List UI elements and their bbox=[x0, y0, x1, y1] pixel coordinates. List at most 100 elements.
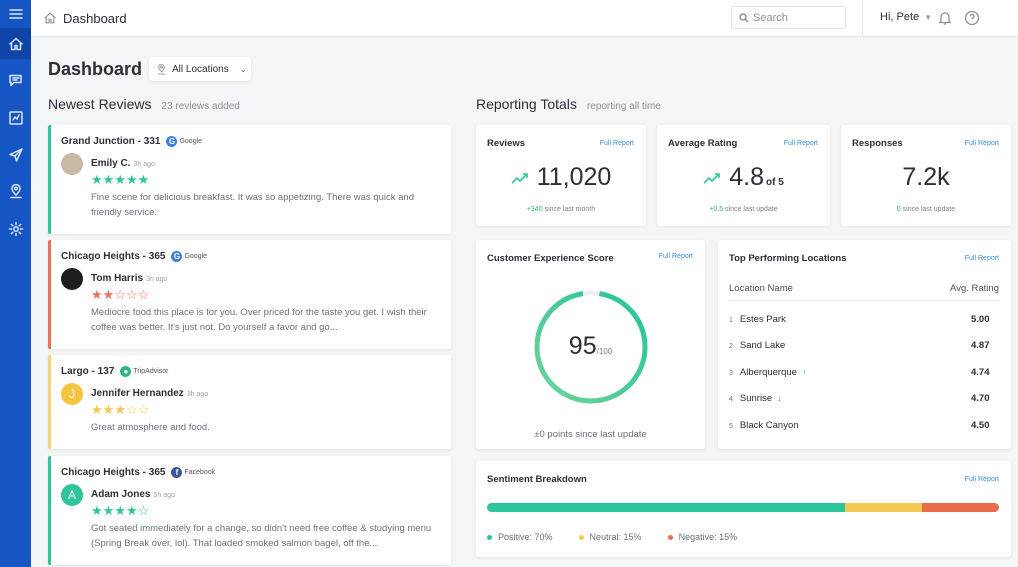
review-header: Grand Junction - 331 G Google bbox=[61, 136, 451, 147]
star-empty-icon: ☆ bbox=[114, 287, 126, 302]
review-body: A Adam Jones 5h ago ★★★★☆ Got seated immedia… bbox=[61, 484, 451, 551]
review-source: ● TripAdvisor bbox=[120, 366, 169, 377]
col-avg-rating[interactable]: Avg. Rating bbox=[950, 283, 999, 294]
source-name: TripAdvisor bbox=[133, 368, 169, 375]
full-report-link[interactable]: Full Report bbox=[965, 476, 999, 483]
review-text: Mediocre food this place is for you. Ove… bbox=[91, 307, 427, 333]
location-name: Sunrise bbox=[739, 393, 773, 405]
table-row[interactable]: 4 Sunrise ↓ 4.70 bbox=[729, 386, 999, 413]
location-icon bbox=[9, 183, 22, 198]
review-time: 5h ago bbox=[153, 492, 175, 499]
review-location: Largo - 137 bbox=[61, 366, 115, 377]
review-source: G Google bbox=[166, 136, 202, 147]
table-row[interactable]: 1 Estes Park 5.00 bbox=[729, 306, 999, 333]
sidebar-item-home[interactable] bbox=[0, 28, 31, 59]
star-filled-icon: ★ bbox=[125, 503, 138, 518]
legend-item: Positive: 70% bbox=[487, 532, 553, 542]
search-icon bbox=[739, 12, 749, 23]
chevron-down-icon: ⌄ bbox=[239, 64, 247, 74]
sentiment-card: Sentiment Breakdown Full Report Positive… bbox=[476, 461, 1011, 557]
rating-suffix: of 5 bbox=[765, 177, 784, 188]
review-card[interactable]: Chicago Heights - 365 f Facebook A Adam Jone… bbox=[48, 456, 451, 565]
cx-score-card: Customer Experience Score Full Report 95… bbox=[476, 240, 705, 449]
user-greeting: Hi, Pete bbox=[880, 11, 920, 23]
star-rating: ★★★★★ bbox=[91, 173, 446, 187]
help-button[interactable] bbox=[964, 10, 980, 26]
full-report-link[interactable]: Full Report bbox=[600, 140, 634, 147]
user-menu[interactable]: Hi, Pete ▼ bbox=[880, 11, 932, 23]
card-title: Top Performing Locations bbox=[729, 253, 847, 264]
rank: 2 bbox=[729, 343, 733, 351]
arrow-down-icon: ↓ bbox=[777, 393, 782, 404]
review-text: Fine scene for delicious breakfast. It w… bbox=[91, 192, 414, 218]
reviewer-name: Emily C. bbox=[91, 158, 131, 169]
search-box[interactable] bbox=[731, 6, 846, 29]
reviewer-name: Adam Jones bbox=[91, 489, 151, 500]
section-title: Newest Reviews bbox=[48, 96, 152, 112]
location-cell: 1 Estes Park bbox=[729, 314, 786, 325]
sentiment-segment bbox=[922, 503, 999, 512]
table-row[interactable]: 3 Alberquerque ↑ 4.74 bbox=[729, 359, 999, 386]
sidebar-item-settings[interactable] bbox=[0, 213, 31, 244]
legend-item: Negative: 15% bbox=[667, 532, 737, 542]
stat-value: 11,020 bbox=[476, 163, 646, 192]
review-header: Chicago Heights - 365 f Facebook bbox=[61, 467, 451, 478]
search-input[interactable] bbox=[753, 11, 833, 24]
review-card[interactable]: Chicago Heights - 365 G Google Tom Harris 3h… bbox=[48, 240, 451, 349]
full-report-link[interactable]: Full Report bbox=[965, 255, 999, 262]
table-row[interactable]: 2 Sand Lake 4.87 bbox=[729, 333, 999, 360]
delta-value: 0 bbox=[896, 206, 901, 213]
reviews-icon bbox=[8, 74, 22, 86]
location-name: Sand Lake bbox=[739, 340, 786, 352]
avatar: A bbox=[61, 484, 83, 506]
full-report-link[interactable]: Full Report bbox=[965, 140, 999, 147]
rank: 5 bbox=[729, 422, 733, 430]
delta-text: since last month bbox=[544, 206, 596, 213]
section-title: Reporting Totals bbox=[476, 96, 577, 112]
avg-rating: 4.70 bbox=[971, 393, 990, 405]
menu-button[interactable] bbox=[0, 0, 31, 28]
card-title: Customer Experience Score bbox=[487, 253, 614, 264]
legend-label: Positive: 70% bbox=[498, 532, 553, 542]
legend-label: Neutral: 15% bbox=[589, 532, 642, 542]
sentiment-segment bbox=[845, 503, 923, 512]
tripadvisor-icon: ● bbox=[120, 366, 132, 377]
google-icon: G bbox=[171, 251, 183, 262]
star-rating: ★★☆☆☆ bbox=[91, 288, 446, 302]
review-source: G Google bbox=[171, 251, 207, 262]
sidebar-item-campaigns[interactable] bbox=[0, 139, 31, 170]
full-report-link[interactable]: Full Report bbox=[784, 140, 818, 147]
star-filled-icon: ★ bbox=[91, 287, 103, 302]
sidebar-item-reports[interactable] bbox=[0, 102, 31, 133]
location-cell: 3 Alberquerque ↑ bbox=[729, 367, 806, 378]
sidebar-item-reviews[interactable] bbox=[0, 65, 31, 96]
reviews-stat-card: Reviews Full Report 11,020 +340 since la… bbox=[476, 125, 646, 226]
review-card[interactable]: Largo - 137 ● TripAdvisor J Jennifer Hernand… bbox=[48, 355, 451, 449]
responses-total: 7.2k bbox=[902, 163, 950, 191]
score-delta: ±0 points since last update bbox=[534, 429, 647, 440]
review-card[interactable]: Grand Junction - 331 G Google Emily C. 3h ag… bbox=[48, 125, 451, 234]
rank: 4 bbox=[729, 396, 733, 404]
review-location: Grand Junction - 331 bbox=[61, 136, 161, 147]
breadcrumb-dashboard[interactable]: Dashboard bbox=[63, 11, 127, 26]
review-body: J Jennifer Hernandez 3h ago ★★★☆☆ Great atmo… bbox=[61, 383, 451, 435]
star-filled-icon: ★ bbox=[91, 402, 103, 417]
location-filter-dropdown[interactable]: All Locations ⌄ bbox=[149, 57, 251, 81]
top-bar: Dashboard bbox=[31, 0, 1018, 37]
review-body: Tom Harris 3h ago ★★☆☆☆ Mediocre food this … bbox=[61, 268, 451, 335]
reviewer-name: Jennifer Hernandez bbox=[91, 388, 184, 399]
star-empty-icon: ☆ bbox=[125, 402, 138, 417]
full-report-link[interactable]: Full Report bbox=[659, 253, 693, 260]
sidebar-item-locations[interactable] bbox=[0, 176, 31, 207]
star-empty-icon: ☆ bbox=[137, 402, 150, 417]
star-empty-icon: ☆ bbox=[137, 287, 150, 302]
notifications-button[interactable] bbox=[937, 10, 953, 26]
review-time: 3h ago bbox=[186, 391, 209, 398]
sentiment-bar bbox=[487, 503, 999, 512]
sidebar bbox=[0, 0, 31, 567]
card-title: Reviews bbox=[487, 138, 526, 149]
col-location-name[interactable]: Location Name bbox=[729, 283, 793, 294]
table-row[interactable]: 5 Black Canyon 4.50 bbox=[729, 412, 999, 439]
trending-up-icon bbox=[511, 173, 528, 184]
star-filled-icon: ★ bbox=[102, 287, 115, 302]
